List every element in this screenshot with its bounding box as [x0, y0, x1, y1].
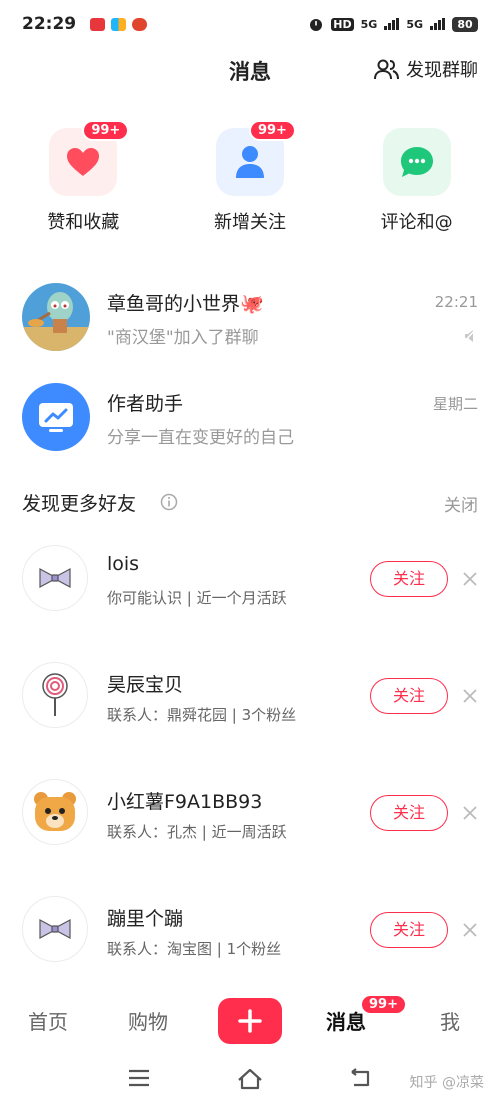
follow-button[interactable]: 关注	[370, 795, 448, 831]
category-label: 新增关注	[213, 212, 286, 233]
close-discover-button[interactable]: 关闭	[444, 491, 478, 516]
follow-button[interactable]: 关注	[370, 912, 448, 948]
app-notification-icon	[111, 17, 127, 31]
menu-icon[interactable]	[128, 1068, 150, 1088]
avatar	[22, 779, 88, 845]
signal-icon	[430, 18, 445, 30]
close-icon[interactable]	[462, 805, 478, 821]
friend-meta: 联系人：淘宝图 | 1个粉丝	[107, 940, 282, 958]
followers-icon-box: 99+	[215, 120, 296, 196]
discover-friends-header: 发现更多好友 关闭	[0, 485, 500, 519]
conversation-title: 作者助手	[107, 393, 184, 415]
messages-badge: 99+	[360, 994, 407, 1015]
discover-group-label: 发现群聊	[406, 60, 478, 81]
network-5g-label: 5G	[360, 17, 378, 31]
app-notification-icon	[90, 17, 106, 31]
friend-suggestion[interactable]: lois 你可能认识 | 近一个月活跃 关注	[0, 545, 500, 617]
header: 消息 发现群聊	[0, 48, 500, 92]
close-icon[interactable]	[462, 688, 478, 704]
avatar	[22, 896, 88, 962]
friend-name: 昊辰宝贝	[107, 674, 184, 696]
discover-group-button[interactable]: 发现群聊	[374, 56, 478, 82]
follow-button[interactable]: 关注	[370, 561, 448, 597]
conversation-time: 星期二	[432, 395, 478, 413]
category-new-followers[interactable]: 99+ 新增关注	[167, 120, 334, 234]
watermark: 知乎 @凉菜	[409, 1075, 484, 1091]
category-label: 评论和@	[380, 212, 453, 233]
back-icon[interactable]	[348, 1068, 374, 1088]
status-indicators: HD 5G 5G 80	[308, 16, 478, 32]
battery-indicator: 80	[452, 16, 478, 32]
status-time: 22:29	[22, 14, 77, 34]
avatar	[22, 545, 88, 611]
chat-bubble-icon	[400, 147, 433, 177]
friend-suggestion[interactable]: 昊辰宝贝 联系人：鼎舜花园 | 3个粉丝 关注	[0, 662, 500, 734]
category-label: 赞和收藏	[47, 212, 120, 233]
follow-button[interactable]: 关注	[370, 678, 448, 714]
section-title: 发现更多好友	[22, 493, 137, 515]
close-icon[interactable]	[462, 571, 478, 587]
conversation-item[interactable]: 章鱼哥的小世界🐙 "商汉堡"加入了群聊 22:21	[0, 283, 500, 363]
friend-name: 蹦里个蹦	[107, 908, 184, 930]
conversation-preview: 分享一直在变更好的自己	[107, 428, 294, 448]
category-row: 99+ 赞和收藏 99+ 新增关注 评论和@	[0, 120, 500, 234]
conversation-preview: "商汉堡"加入了群聊	[107, 328, 259, 348]
app-notification-icon	[132, 17, 148, 31]
comments-icon-box	[382, 128, 451, 196]
create-post-button[interactable]	[218, 998, 282, 1044]
close-icon[interactable]	[462, 922, 478, 938]
bear-icon	[34, 792, 76, 831]
network-5g-label: 5G	[406, 17, 423, 31]
friend-meta: 联系人：鼎舜花园 | 3个粉丝	[107, 706, 297, 724]
people-icon	[374, 59, 399, 80]
bottom-nav: 首页 购物 消息 99+ 我	[0, 994, 500, 1050]
friend-suggestion[interactable]: 小红薯F9A1BB93 联系人：孔杰 | 近一周活跃 关注	[0, 779, 500, 851]
conversation-title: 章鱼哥的小世界🐙	[107, 293, 264, 315]
group-avatar	[22, 283, 90, 351]
nav-home[interactable]: 首页	[28, 1006, 68, 1035]
friend-meta: 你可能认识 | 近一个月活跃	[107, 589, 287, 607]
followers-badge: 99+	[248, 120, 296, 141]
likes-icon-box: 99+	[49, 120, 130, 196]
bowtie-icon	[39, 918, 71, 940]
nav-shopping[interactable]: 购物	[128, 1006, 168, 1035]
nav-me[interactable]: 我	[440, 1006, 460, 1035]
conversation-item[interactable]: 作者助手 分享一直在变更好的自己 星期二	[0, 383, 500, 463]
friend-name: lois	[107, 553, 140, 575]
conversation-time: 22:21	[434, 293, 478, 311]
friend-name: 小红薯F9A1BB93	[107, 791, 263, 813]
category-comments-mentions[interactable]: 评论和@	[333, 128, 500, 234]
avatar	[22, 662, 88, 728]
nav-messages[interactable]: 消息	[326, 1006, 366, 1035]
home-icon[interactable]	[236, 1068, 264, 1090]
lollipop-icon	[42, 673, 68, 716]
status-bar: 22:29 HD 5G 5G 80	[0, 0, 500, 48]
friend-meta: 联系人：孔杰 | 近一周活跃	[107, 823, 287, 841]
plus-icon	[238, 1009, 262, 1033]
notification-icons	[90, 17, 148, 31]
category-likes-favorites[interactable]: 99+ 赞和收藏	[0, 120, 167, 234]
heart-icon	[67, 148, 100, 176]
system-nav-bar: 知乎 @凉菜	[0, 1060, 500, 1104]
info-icon[interactable]	[160, 493, 178, 511]
trend-chart-icon	[39, 403, 73, 432]
mute-icon	[464, 329, 476, 343]
hd-label: HD	[331, 17, 354, 31]
bowtie-icon	[39, 567, 71, 589]
person-icon	[235, 146, 264, 178]
friend-suggestion[interactable]: 蹦里个蹦 联系人：淘宝图 | 1个粉丝 关注	[0, 896, 500, 968]
alarm-icon	[310, 19, 323, 31]
signal-icon	[384, 18, 400, 30]
likes-badge: 99+	[82, 120, 130, 141]
author-assistant-avatar	[22, 383, 90, 451]
